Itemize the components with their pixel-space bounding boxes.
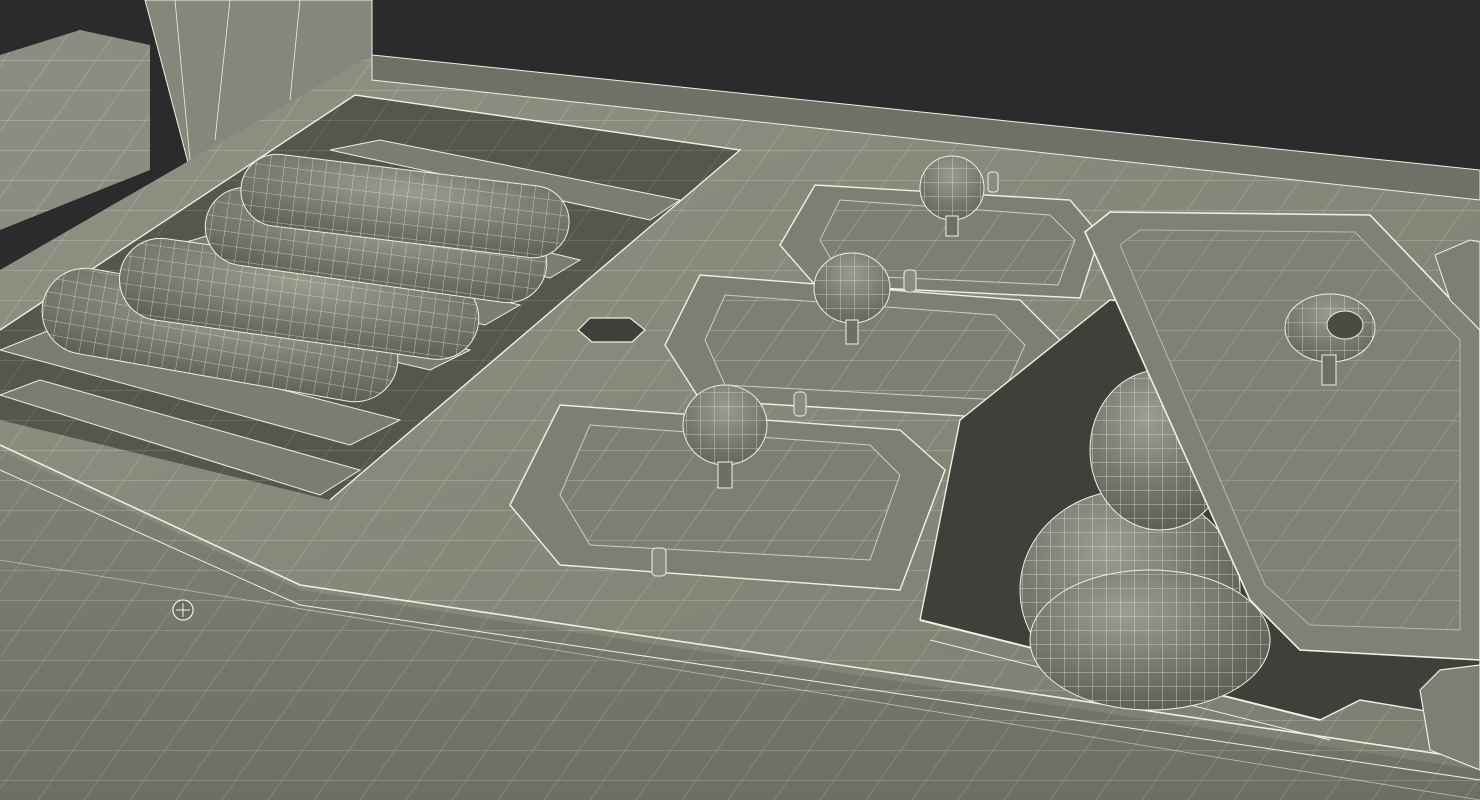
vent-hole bbox=[577, 317, 646, 343]
food-cart-wireframe-model bbox=[0, 0, 1480, 800]
wireframe-render-scene bbox=[0, 0, 1480, 800]
bread-roll bbox=[1029, 569, 1271, 711]
screw-icon bbox=[172, 599, 194, 621]
